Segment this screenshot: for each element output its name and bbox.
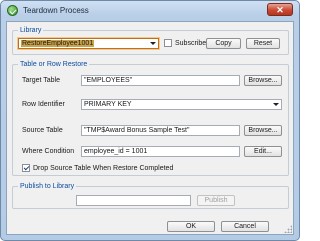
library-select[interactable]: RestoreEmployee1001 [18,38,159,49]
window-title: Teardown Process [23,6,89,15]
publish-name-field[interactable] [76,195,191,206]
row-identifier-value: PRIMARY KEY [84,101,132,108]
restore-legend: Table or Row Restore [18,60,90,69]
publish-legend: Publish to Library [18,182,77,191]
target-table-label: Target Table [22,77,61,84]
title-bar[interactable]: Teardown Process ✕ [1,1,299,21]
subscribe-checkbox[interactable] [164,39,172,47]
library-selected-value: RestoreEmployee1001 [21,40,95,47]
dialog-body: Library RestoreEmployee1001 Subscribe Co… [6,21,294,235]
edit-button[interactable]: Edit... [244,146,282,157]
close-button[interactable]: ✕ [267,3,293,16]
chevron-down-icon[interactable] [148,40,157,47]
copy-button[interactable]: Copy [206,38,241,49]
where-condition-label: Where Condition [22,148,75,155]
drop-source-checkbox[interactable] [22,164,30,172]
reset-button[interactable]: Reset [246,38,280,49]
publish-section: Publish to Library Publish [12,182,289,209]
library-legend: Library [18,26,44,35]
row-identifier-select[interactable]: PRIMARY KEY [81,99,282,110]
cancel-button[interactable]: Cancel [221,221,269,232]
publish-button[interactable]: Publish [197,195,235,206]
target-browse-button[interactable]: Browse... [244,75,282,86]
app-icon [7,5,18,16]
source-table-label: Source Table [22,127,63,134]
target-table-field[interactable]: "EMPLOYEES" [81,75,240,86]
dialog-window: Teardown Process ✕ Library RestoreEmploy… [0,0,300,241]
resize-grip-icon[interactable] [284,225,292,233]
source-table-field[interactable]: "TMP$Award Bonus Sample Test" [81,125,240,136]
subscribe-label: Subscribe [175,40,207,47]
ok-button[interactable]: OK [167,221,215,232]
row-identifier-label: Row Identifier [22,101,65,108]
chevron-down-icon[interactable] [271,101,280,108]
restore-section: Table or Row Restore Target Table "EMPLO… [12,60,289,176]
source-browse-button[interactable]: Browse... [244,125,282,136]
drop-source-label: Drop Source Table When Restore Completed [33,165,174,172]
where-condition-field[interactable]: employee_id = 1001 [81,146,240,157]
library-section: Library RestoreEmployee1001 Subscribe Co… [12,26,289,55]
